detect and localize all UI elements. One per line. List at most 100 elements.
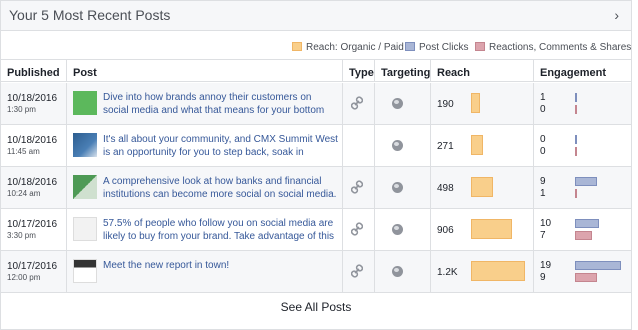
reach-swatch (292, 42, 302, 51)
post-text-link[interactable]: A comprehensive look at how banks and fi… (103, 175, 339, 201)
reach-bar (471, 261, 525, 281)
globe-icon (392, 98, 403, 109)
engagement-cell: 1 0 (534, 83, 631, 125)
reactions-bar (575, 105, 577, 114)
targeting-cell (375, 251, 431, 293)
reach-cell: 271 (431, 125, 534, 167)
reactions-bar (575, 273, 597, 282)
reactions-swatch (475, 42, 485, 51)
post-text-link[interactable]: Dive into how brands annoy their custome… (103, 91, 339, 117)
reactions-bar (575, 147, 577, 156)
clicks-value: 10 (540, 218, 552, 229)
reactions-value: 9 (540, 272, 546, 283)
clicks-bar (575, 93, 577, 102)
reach-cell: 498 (431, 167, 534, 209)
post-cell[interactable]: 57.5% of people who follow you on social… (67, 209, 343, 251)
type-cell (343, 125, 375, 167)
table-row[interactable]: 10/18/2016 10:24 am A comprehensive look… (1, 167, 631, 209)
engagement-cell: 19 9 (534, 251, 631, 293)
post-cell[interactable]: A comprehensive look at how banks and fi… (67, 167, 343, 209)
panel-title: Your 5 Most Recent Posts (9, 7, 171, 23)
post-text-link[interactable]: It's all about your community, and CMX S… (103, 133, 339, 159)
reactions-bar (575, 231, 592, 240)
legend-label-reactions: Reactions, Comments & Shares (489, 42, 632, 53)
post-date: 10/18/2016 (7, 93, 58, 104)
post-thumbnail[interactable] (73, 217, 97, 241)
clicks-bar (575, 135, 577, 144)
clicks-value: 0 (540, 134, 546, 145)
column-header-engagement[interactable]: Engagement (534, 60, 631, 82)
post-thumbnail[interactable] (73, 91, 97, 115)
globe-icon (392, 140, 403, 151)
targeting-cell (375, 167, 431, 209)
published-cell: 10/18/2016 11:45 am (1, 125, 67, 167)
reach-cell: 190 (431, 83, 534, 125)
published-cell: 10/18/2016 10:24 am (1, 167, 67, 209)
post-thumbnail[interactable] (73, 259, 97, 283)
table-row[interactable]: 10/18/2016 11:45 am It's all about your … (1, 125, 631, 167)
column-header-reach[interactable]: Reach (431, 60, 534, 82)
post-date: 10/18/2016 (7, 135, 58, 146)
post-time: 12:00 pm (7, 273, 41, 282)
published-cell: 10/17/2016 12:00 pm (1, 251, 67, 293)
engagement-cell: 9 1 (534, 167, 631, 209)
globe-icon (392, 224, 403, 235)
reactions-value: 0 (540, 104, 546, 115)
reactions-value: 0 (540, 146, 546, 157)
see-all-posts-link[interactable]: See All Posts (1, 292, 631, 321)
table-row[interactable]: 10/17/2016 3:30 pm 57.5% of people who f… (1, 209, 631, 251)
post-time: 10:24 am (7, 189, 41, 198)
post-cell[interactable]: It's all about your community, and CMX S… (67, 125, 343, 167)
clicks-value: 19 (540, 260, 552, 271)
post-text-link[interactable]: Meet the new report in town! (103, 259, 339, 285)
targeting-cell (375, 125, 431, 167)
post-cell[interactable]: Meet the new report in town! (67, 251, 343, 293)
post-time: 11:45 am (7, 147, 40, 156)
type-cell (343, 83, 375, 125)
targeting-cell (375, 83, 431, 125)
type-cell (343, 209, 375, 251)
recent-posts-panel: Your 5 Most Recent Posts › Reach: Organi… (0, 0, 632, 330)
post-text-link[interactable]: 57.5% of people who follow you on social… (103, 217, 339, 243)
clicks-bar (575, 219, 599, 228)
legend-item-clicks: Post Clicks (405, 42, 468, 53)
post-time: 3:30 pm (7, 231, 36, 240)
column-header-type[interactable]: Type (343, 60, 375, 82)
published-cell: 10/18/2016 1:30 pm (1, 83, 67, 125)
reach-value: 498 (437, 183, 454, 194)
link-icon (350, 96, 364, 110)
table-row[interactable]: 10/18/2016 1:30 pm Dive into how brands … (1, 83, 631, 125)
panel-header[interactable]: Your 5 Most Recent Posts › (1, 1, 631, 31)
targeting-cell (375, 209, 431, 251)
post-cell[interactable]: Dive into how brands annoy their custome… (67, 83, 343, 125)
legend-item-reactions: Reactions, Comments & Shares (475, 42, 631, 53)
reach-cell: 906 (431, 209, 534, 251)
post-date: 10/17/2016 (7, 261, 58, 272)
column-header-targeting[interactable]: Targeting (375, 60, 431, 82)
reach-value: 190 (437, 99, 454, 110)
reach-bar (471, 135, 483, 155)
globe-icon (392, 266, 403, 277)
reactions-value: 7 (540, 230, 546, 241)
reach-value: 1.2K (437, 267, 458, 278)
column-header-post[interactable]: Post (67, 60, 343, 82)
reach-bar (471, 219, 512, 239)
type-cell (343, 251, 375, 293)
chevron-right-icon[interactable]: › (614, 7, 619, 23)
reach-value: 906 (437, 225, 454, 236)
published-cell: 10/17/2016 3:30 pm (1, 209, 67, 251)
reach-bar (471, 177, 493, 197)
reactions-value: 1 (540, 188, 546, 199)
column-header-published[interactable]: Published (1, 60, 67, 82)
post-thumbnail[interactable] (73, 133, 97, 157)
legend: Reach: Organic / Paid Post Clicks Reacti… (1, 32, 631, 60)
link-icon (350, 264, 364, 278)
engagement-cell: 0 0 (534, 125, 631, 167)
clicks-bar (575, 177, 597, 186)
legend-label-clicks: Post Clicks (419, 42, 469, 53)
post-thumbnail[interactable] (73, 175, 97, 199)
table-row[interactable]: 10/17/2016 12:00 pm Meet the new report … (1, 251, 631, 293)
link-icon (350, 180, 364, 194)
reach-cell: 1.2K (431, 251, 534, 293)
post-time: 1:30 pm (7, 105, 36, 114)
